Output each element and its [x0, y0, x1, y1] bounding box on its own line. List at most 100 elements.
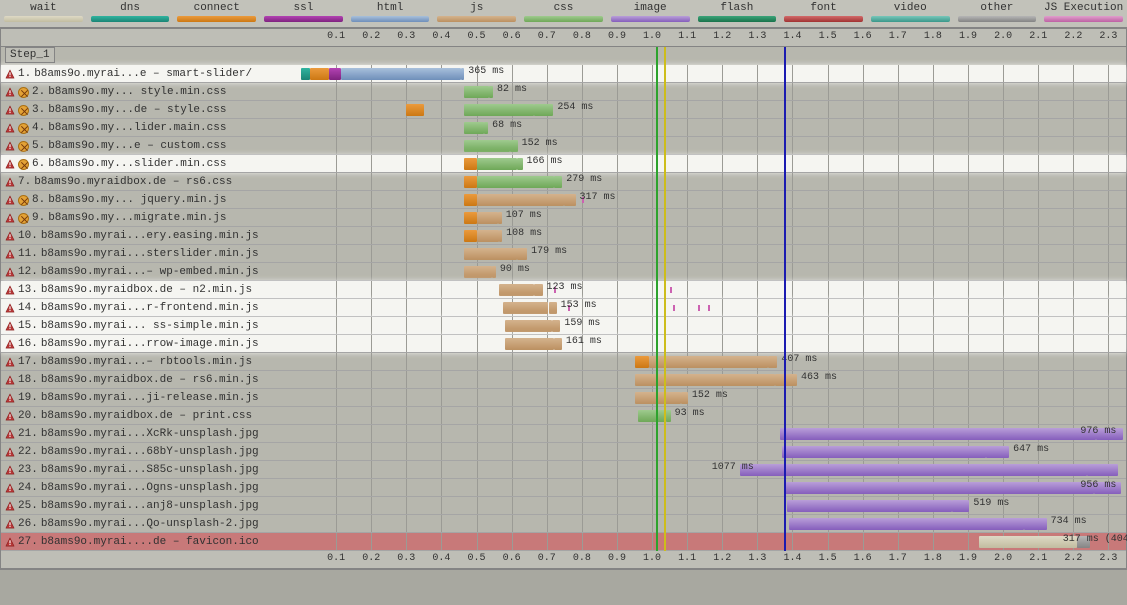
ruler-top: 0.10.20.30.40.50.60.70.80.91.01.11.21.31…	[1, 29, 1126, 47]
request-row[interactable]: 6. b8ams9o.my...slider.min.css166 ms	[1, 155, 1126, 173]
duration-label: 107 ms	[506, 210, 542, 221]
timing-segment	[310, 68, 329, 80]
row-index: 17.	[18, 353, 38, 371]
tick: 1.4	[783, 553, 801, 564]
warning-icon	[5, 267, 15, 277]
tick: 1.6	[854, 553, 872, 564]
warning-icon	[5, 213, 15, 223]
row-name: b8ams9o.my... jquery.min.js	[48, 191, 226, 209]
warning-icon	[5, 87, 15, 97]
request-row[interactable]: 7. b8ams9o.myraidbox.de – rs6.css 279 ms	[1, 173, 1126, 191]
timing-segment	[499, 230, 503, 242]
tick: 0.8	[573, 31, 591, 42]
row-label: 20. b8ams9o.myraidbox.de – print.css	[1, 407, 301, 425]
legend-label: dns	[87, 2, 174, 14]
duration-label: 90 ms	[500, 264, 530, 275]
tick: 0.9	[608, 31, 626, 42]
request-row[interactable]: 9. b8ams9o.my...migrate.min.js107 ms	[1, 209, 1126, 227]
row-label: 21. b8ams9o.myrai...XcRk-unsplash.jpg	[1, 425, 301, 443]
duration-label: 159 ms	[564, 318, 600, 329]
request-row[interactable]: 17. b8ams9o.myrai...– rbtools.min.js 407 …	[1, 353, 1126, 371]
row-timeline: 153 ms	[301, 299, 1126, 316]
request-row[interactable]: 8. b8ams9o.my... jquery.min.js 317 ms	[1, 191, 1126, 209]
waterfall: Step_1 0.10.20.30.40.50.60.70.80.91.01.1…	[0, 28, 1127, 570]
duration-label: 279 ms	[566, 174, 602, 185]
row-label: 24. b8ams9o.myrai...Ogns-unsplash.jpg	[1, 479, 301, 497]
legend-flash: flash	[694, 0, 781, 27]
request-row[interactable]: 19. b8ams9o.myrai...ji-release.min.js152…	[1, 389, 1126, 407]
request-row[interactable]: 4. b8ams9o.my...lider.main.css68 ms	[1, 119, 1126, 137]
row-index: 13.	[18, 281, 38, 299]
tick: 0.6	[503, 553, 521, 564]
tick: 0.1	[327, 31, 345, 42]
request-row[interactable]: 15. b8ams9o.myrai... ss-simple.min.js159…	[1, 317, 1126, 335]
request-row[interactable]: 11. b8ams9o.myrai...sterslider.min.js179…	[1, 245, 1126, 263]
timing-segment	[1087, 464, 1118, 476]
request-row[interactable]: 24. b8ams9o.myrai...Ogns-unsplash.jpg956…	[1, 479, 1126, 497]
timing-segment	[517, 158, 523, 170]
request-row[interactable]: 3. b8ams9o.my...de – style.css254 ms	[1, 101, 1126, 119]
row-name: b8ams9o.myraidbox.de – print.css	[41, 407, 252, 425]
row-timeline: 1077 ms	[301, 461, 1126, 478]
tick: 1.6	[854, 31, 872, 42]
row-label: 8. b8ams9o.my... jquery.min.js	[1, 191, 301, 209]
timing-segment	[464, 122, 483, 134]
blocked-icon	[18, 159, 29, 170]
row-label: 7. b8ams9o.myraidbox.de – rs6.css	[1, 173, 301, 191]
row-name: b8ams9o.myrai...– rbtools.min.js	[41, 353, 252, 371]
request-row[interactable]: 21. b8ams9o.myrai...XcRk-unsplash.jpg976…	[1, 425, 1126, 443]
timing-segment	[635, 356, 649, 368]
tick: 1.1	[678, 553, 696, 564]
request-row[interactable]: 1. b8ams9o.myrai...e – smart-slider/365 …	[1, 65, 1126, 83]
warning-icon	[5, 519, 15, 529]
timing-segment	[785, 482, 1094, 494]
duration-label: 317 ms	[580, 192, 616, 203]
request-row[interactable]: 5. b8ams9o.my...e – custom.css152 ms	[1, 137, 1126, 155]
request-row[interactable]: 12. b8ams9o.myrai...– wp-embed.min.js90 …	[1, 263, 1126, 281]
timing-segment	[952, 500, 969, 512]
request-row[interactable]: 25. b8ams9o.myrai...anj8-unsplash.jpg519…	[1, 497, 1126, 515]
timing-segment	[464, 140, 510, 152]
request-row[interactable]: 10. b8ams9o.myrai...ery.easing.min.js108…	[1, 227, 1126, 245]
tick: 0.3	[397, 553, 415, 564]
legend-js-execution: JS Execution	[1040, 0, 1127, 27]
request-row[interactable]: 26. b8ams9o.myrai...Qo-unsplash-2.jpg734…	[1, 515, 1126, 533]
row-name: b8ams9o.myrai...rrow-image.min.js	[41, 335, 259, 353]
warning-icon	[5, 375, 15, 385]
request-row[interactable]: 14. b8ams9o.myrai...r-frontend.min.js153…	[1, 299, 1126, 317]
blocked-icon	[18, 213, 29, 224]
timing-segment	[510, 140, 518, 152]
row-timeline: 152 ms	[301, 137, 1126, 154]
warning-icon	[5, 285, 15, 295]
timing-segment	[464, 176, 476, 188]
tick: 1.3	[748, 553, 766, 564]
request-row[interactable]: 18. b8ams9o.myraidbox.de – rs6.min.js463…	[1, 371, 1126, 389]
row-timeline: 734 ms	[301, 515, 1126, 532]
row-index: 20.	[18, 407, 38, 425]
warning-icon	[5, 123, 15, 133]
row-name: b8ams9o.myrai...XcRk-unsplash.jpg	[41, 425, 259, 443]
request-row[interactable]: 20. b8ams9o.myraidbox.de – print.css93 m…	[1, 407, 1126, 425]
request-row[interactable]: 27. b8ams9o.myrai....de – favicon.ico317…	[1, 533, 1126, 551]
row-index: 27.	[18, 533, 38, 551]
timing-segment	[681, 392, 688, 404]
request-row[interactable]: 16. b8ams9o.myrai...rrow-image.min.js161…	[1, 335, 1126, 353]
row-label: 2. b8ams9o.my... style.min.css	[1, 83, 301, 101]
request-row[interactable]: 23. b8ams9o.myrai...S85c-unsplash.jpg107…	[1, 461, 1126, 479]
timing-segment	[517, 248, 527, 260]
legend-label: JS Execution	[1040, 2, 1127, 14]
row-timeline: 93 ms	[301, 407, 1126, 424]
row-timeline: 956 ms	[301, 479, 1126, 496]
request-row[interactable]: 13. b8ams9o.myraidbox.de – n2.min.js123 …	[1, 281, 1126, 299]
row-label: 5. b8ams9o.my...e – custom.css	[1, 137, 301, 155]
request-row[interactable]: 22. b8ams9o.myrai...68bY-unsplash.jpg647…	[1, 443, 1126, 461]
request-row[interactable]: 2. b8ams9o.my... style.min.css82 ms	[1, 83, 1126, 101]
row-index: 7.	[18, 173, 31, 191]
legend-swatch	[91, 16, 170, 22]
timing-segment	[552, 320, 560, 332]
warning-icon	[5, 231, 15, 241]
legend: waitdnsconnectsslhtmljscssimageflashfont…	[0, 0, 1127, 28]
duration-label: 407 ms	[781, 354, 817, 365]
timing-segment	[534, 284, 542, 296]
timing-segment	[564, 194, 575, 206]
